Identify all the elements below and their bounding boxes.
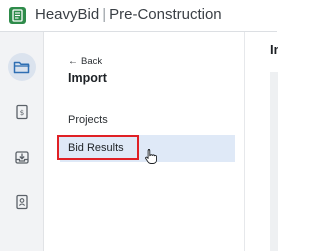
icon-rail: $: [0, 32, 44, 251]
estimate-document-icon: $: [16, 104, 28, 120]
rail-folder-button[interactable]: [8, 53, 36, 81]
svg-text:$: $: [20, 109, 24, 117]
bid-results-label: Bid Results: [68, 141, 124, 154]
content-area: [270, 72, 278, 251]
rail-estimate-button[interactable]: $: [8, 98, 36, 126]
back-arrow-icon: ←: [68, 56, 78, 67]
nav-item-bid-results[interactable]: Bid Results: [57, 135, 139, 160]
back-label: Back: [81, 56, 103, 67]
import-panel: ← Back Import Projects Bid Results: [44, 32, 244, 251]
app-title: HeavyBid | Pre-Construction: [35, 6, 222, 23]
nav-item-projects[interactable]: Projects: [68, 114, 108, 126]
heavybid-logo-icon: [9, 7, 26, 24]
contacts-book-icon: [16, 194, 28, 210]
folder-icon: [13, 61, 30, 74]
hand-cursor-icon: [145, 149, 157, 164]
brand-name: HeavyBid: [35, 6, 100, 23]
rail-contacts-button[interactable]: [8, 188, 36, 216]
app-header: HeavyBid | Pre-Construction: [0, 0, 277, 32]
panel-title: Import: [68, 71, 107, 85]
product-name: Pre-Construction: [109, 6, 222, 23]
back-link[interactable]: ← Back: [68, 56, 102, 67]
title-separator: |: [102, 6, 107, 23]
rail-inbox-button[interactable]: [8, 143, 36, 171]
content-title: Im: [270, 42, 278, 57]
main-content: Im: [244, 32, 278, 251]
inbox-download-icon: [15, 151, 29, 164]
